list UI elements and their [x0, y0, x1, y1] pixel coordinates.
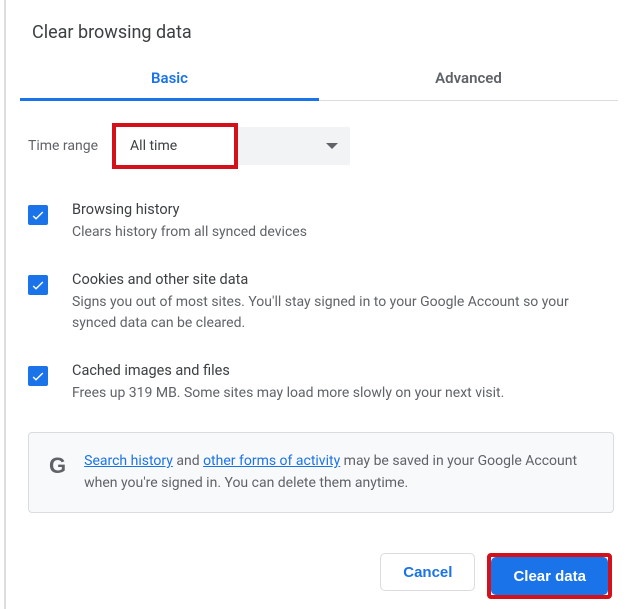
option-title: Cookies and other site data: [72, 271, 614, 288]
option-title: Cached images and files: [72, 362, 504, 379]
clear-data-button[interactable]: Clear data: [491, 557, 608, 595]
dialog-footer: Cancel Clear data: [6, 513, 634, 599]
chevron-down-icon: [326, 143, 338, 149]
tab-basic[interactable]: Basic: [20, 57, 319, 100]
check-icon: [30, 207, 46, 223]
option-cache: Cached images and files Frees up 319 MB.…: [28, 362, 614, 404]
cancel-button[interactable]: Cancel: [380, 553, 475, 591]
time-range-row: Time range All time: [28, 123, 614, 169]
option-title: Browsing history: [72, 201, 307, 218]
other-activity-link[interactable]: other forms of activity: [203, 453, 340, 469]
search-history-link[interactable]: Search history: [84, 453, 173, 469]
dialog-body: Time range All time Browsing history Cle…: [6, 101, 634, 513]
time-range-label: Time range: [28, 138, 98, 154]
check-icon: [30, 368, 46, 384]
option-cookies: Cookies and other site data Signs you ou…: [28, 271, 614, 334]
info-mid: and: [173, 453, 203, 469]
dialog-title: Clear browsing data: [6, 0, 634, 57]
google-logo-icon: G: [49, 453, 66, 479]
checkbox-browsing-history[interactable]: [28, 205, 48, 225]
check-icon: [30, 277, 46, 293]
checkbox-cache[interactable]: [28, 366, 48, 386]
option-desc: Frees up 319 MB. Some sites may load mor…: [72, 383, 504, 404]
tab-advanced[interactable]: Advanced: [319, 57, 618, 100]
info-text: Search history and other forms of activi…: [84, 451, 593, 494]
google-account-info: G Search history and other forms of acti…: [28, 432, 614, 513]
clear-data-highlight: Clear data: [487, 553, 612, 599]
tabs: Basic Advanced: [20, 57, 618, 101]
clear-browsing-data-dialog: Clear browsing data Basic Advanced Time …: [4, 0, 634, 609]
option-desc: Signs you out of most sites. You'll stay…: [72, 292, 614, 334]
time-range-highlight: All time: [112, 123, 238, 169]
option-desc: Clears history from all synced devices: [72, 222, 307, 243]
checkbox-cookies[interactable]: [28, 275, 48, 295]
time-range-value[interactable]: All time: [116, 127, 234, 165]
option-browsing-history: Browsing history Clears history from all…: [28, 201, 614, 243]
option-text: Browsing history Clears history from all…: [72, 201, 307, 243]
option-text: Cookies and other site data Signs you ou…: [72, 271, 614, 334]
time-range-dropdown[interactable]: [238, 127, 350, 165]
option-text: Cached images and files Frees up 319 MB.…: [72, 362, 504, 404]
